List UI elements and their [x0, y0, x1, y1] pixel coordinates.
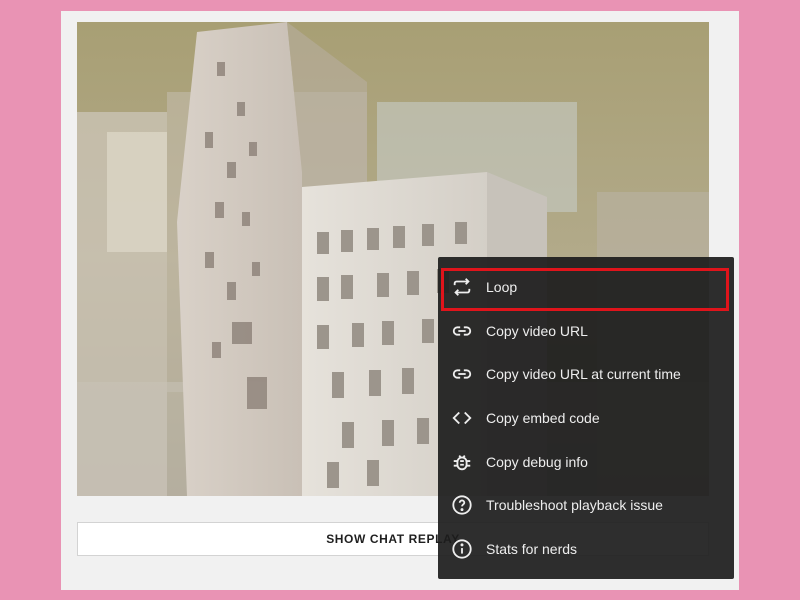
info-circle-icon	[438, 537, 486, 561]
menu-item-label: Stats for nerds	[486, 540, 578, 557]
menu-item-copy-debug-info[interactable]: Copy debug info	[438, 440, 734, 484]
menu-item-stats-for-nerds[interactable]: Stats for nerds	[438, 527, 734, 571]
link-icon	[438, 319, 486, 343]
menu-item-label: Copy embed code	[486, 409, 600, 426]
menu-item-loop[interactable]: Loop	[438, 265, 734, 309]
menu-item-copy-video-url-current-time[interactable]: Copy video URL at current time	[438, 352, 734, 396]
link-icon	[438, 362, 486, 386]
menu-item-label: Troubleshoot playback issue	[486, 497, 663, 514]
menu-item-copy-embed-code[interactable]: Copy embed code	[438, 396, 734, 440]
code-icon	[438, 406, 486, 430]
menu-item-troubleshoot-playback[interactable]: Troubleshoot playback issue	[438, 483, 734, 527]
bug-icon	[438, 450, 486, 474]
menu-item-label: Copy video URL at current time	[486, 366, 681, 383]
menu-item-label: Copy video URL	[486, 322, 588, 339]
menu-item-copy-video-url[interactable]: Copy video URL	[438, 309, 734, 353]
loop-icon	[438, 275, 486, 299]
help-circle-icon	[438, 493, 486, 517]
menu-item-label: Copy debug info	[486, 453, 588, 470]
menu-item-label: Loop	[486, 278, 518, 295]
context-menu: Loop Copy video URL Copy video URL at cu…	[438, 257, 734, 579]
